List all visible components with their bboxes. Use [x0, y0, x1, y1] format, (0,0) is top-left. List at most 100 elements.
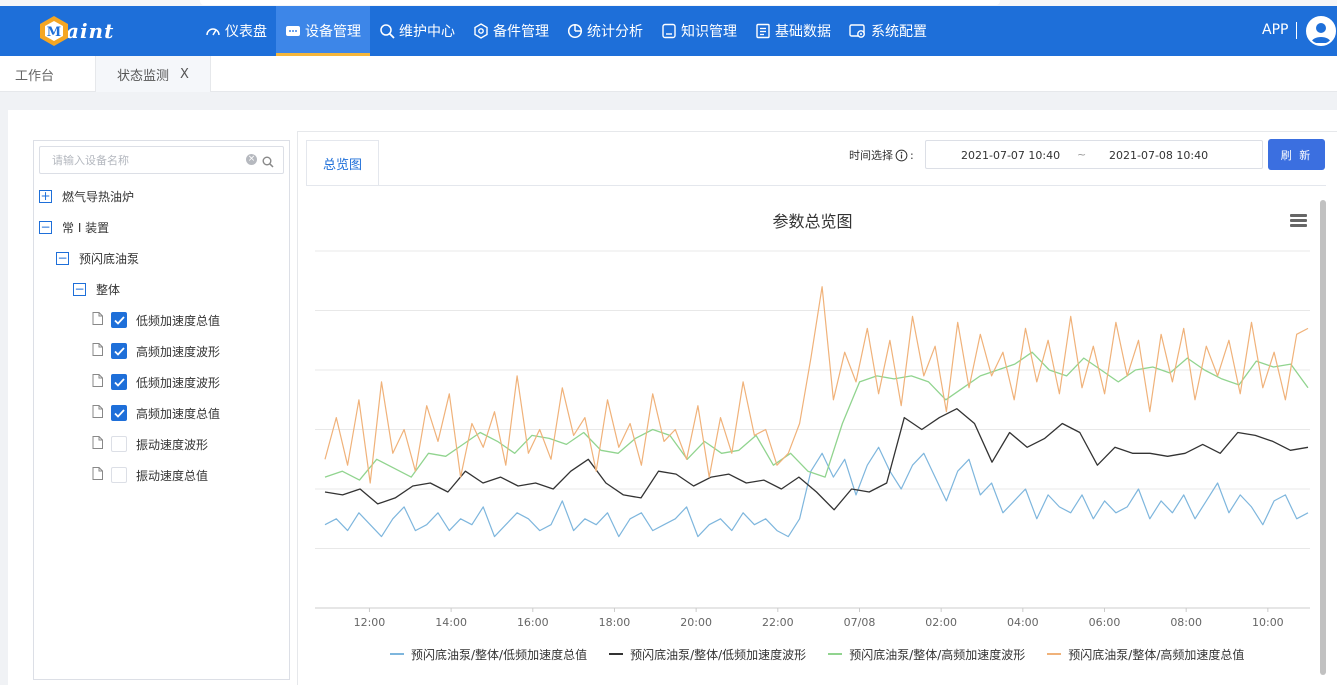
nav-item-label: 仪表盘 — [225, 24, 267, 40]
file-icon — [92, 405, 103, 421]
x-tick-label: 02:00 — [925, 616, 957, 629]
tree-leaf[interactable]: 振动速度总值 — [92, 465, 208, 485]
clear-icon[interactable]: × — [246, 154, 257, 165]
tree-node[interactable]: − 预闪底油泵 — [56, 248, 139, 268]
legend-label: 预闪底油泵/整体/低频加速度波形 — [630, 647, 807, 662]
legend-label: 预闪底油泵/整体/高频加速度总值 — [1068, 647, 1245, 662]
check-icon — [113, 408, 125, 418]
checkbox-checked[interactable] — [111, 312, 127, 328]
tab-label: 总览图 — [322, 157, 362, 173]
tree-node[interactable]: − 整体 — [73, 279, 120, 299]
tree-leaf[interactable]: 高频加速度总值 — [92, 403, 220, 423]
collapse-icon[interactable]: − — [56, 251, 69, 265]
settings-icon — [849, 23, 871, 39]
tree-node[interactable]: − 常 I 装置 — [39, 217, 109, 237]
tab-label: 工作台 — [15, 68, 55, 84]
check-icon — [113, 315, 125, 325]
expand-icon[interactable]: + — [39, 189, 52, 203]
chart-title: 参数总览图 — [772, 212, 853, 231]
end-date[interactable]: 2021-07-08 10:40 — [1109, 149, 1208, 162]
line-chart: 12:00 14:00 16:00 18:00 20:00 22:00 07/08 02:00… — [315, 250, 1310, 629]
nav-item-label: 基础数据 — [775, 24, 831, 40]
search-icon[interactable] — [262, 153, 274, 172]
top-nav-bar: M aint 仪表盘 设备管理 维护中心 备件管理 统计分析 知识管理 基础数据 系统配置 A… — [0, 0, 1337, 56]
legend-label: 预闪底油泵/整体/低频加速度总值 — [411, 647, 588, 662]
svg-text:M: M — [47, 25, 61, 40]
nav-item-label: 维护中心 — [399, 24, 455, 40]
pie-chart-icon — [567, 23, 587, 39]
tab-overview[interactable]: 总览图 — [306, 140, 379, 186]
knowledge-icon — [661, 23, 681, 39]
series-line-3[interactable] — [324, 351, 1309, 481]
nav-item-device[interactable]: 设备管理 — [276, 6, 370, 56]
device-icon — [285, 23, 305, 39]
device-search-input[interactable] — [40, 147, 230, 173]
dashboard-icon — [205, 23, 225, 39]
x-tick-label: 04:00 — [1007, 616, 1039, 629]
avatar[interactable] — [1306, 16, 1336, 46]
tree-leaf-label: 振动速度总值 — [136, 468, 209, 483]
divider — [306, 185, 1326, 186]
tab-workbench[interactable]: 工作台 — [15, 56, 54, 92]
nav-item-maintenance[interactable]: 维护中心 — [370, 6, 464, 56]
tree-leaf[interactable]: 振动速度波形 — [92, 434, 208, 454]
tree-leaf[interactable]: 高频加速度波形 — [92, 341, 220, 361]
tree-node-label: 预闪底油泵 — [79, 251, 140, 266]
hamburger-menu-icon[interactable] — [1290, 214, 1307, 229]
checkbox-checked[interactable] — [111, 343, 127, 359]
legend-item[interactable]: 预闪底油泵/整体/高频加速度总值 — [1047, 646, 1244, 662]
app-link[interactable]: APP — [1262, 22, 1288, 38]
check-icon — [113, 377, 125, 387]
x-tick-label: 07/08 — [844, 616, 876, 629]
tree-leaf[interactable]: 低频加速度总值 — [92, 310, 220, 330]
date-range-picker[interactable]: 2021-07-07 10:40 ~ 2021-07-08 10:40 — [925, 140, 1263, 169]
nav-item-knowledge[interactable]: 知识管理 — [652, 6, 746, 56]
checkbox-checked[interactable] — [111, 405, 127, 421]
legend-label: 预闪底油泵/整体/高频加速度波形 — [849, 647, 1026, 662]
nav-item-dashboard[interactable]: 仪表盘 — [196, 6, 276, 56]
file-icon — [92, 312, 103, 328]
tree-node-label: 整体 — [96, 282, 121, 297]
checkbox-checked[interactable] — [111, 374, 127, 390]
time-select-label: 时间选择 : — [849, 148, 914, 163]
logo[interactable]: M aint — [38, 13, 114, 49]
nav-item-base-data[interactable]: 基础数据 — [746, 6, 840, 56]
file-icon — [92, 343, 103, 359]
nav-item-spare-parts[interactable]: 备件管理 — [464, 6, 558, 56]
time-label-text: 时间选择 — [849, 149, 893, 162]
collapse-icon[interactable]: − — [39, 220, 52, 234]
x-tick-label: 10:00 — [1252, 616, 1284, 629]
nav-item-label: 备件管理 — [493, 24, 549, 40]
nav-item-pie-chart[interactable]: 统计分析 — [558, 6, 652, 56]
legend-swatch — [828, 653, 843, 655]
base-data-icon — [755, 23, 775, 39]
tree-leaf[interactable]: 低频加速度波形 — [92, 372, 220, 392]
series-line-4[interactable] — [324, 286, 1309, 484]
tree-leaf-label: 低频加速度总值 — [136, 313, 221, 328]
tree-leaf-label: 振动速度波形 — [136, 437, 209, 452]
close-icon[interactable]: X — [180, 67, 189, 82]
file-icon — [92, 374, 103, 390]
divider — [1296, 22, 1297, 39]
nav-item-settings[interactable]: 系统配置 — [840, 6, 936, 56]
legend-item[interactable]: 预闪底油泵/整体/低频加速度总值 — [390, 646, 587, 662]
legend-swatch — [609, 653, 624, 655]
tab-status-monitoring[interactable]: 状态监测 X — [95, 56, 211, 92]
checkbox[interactable] — [111, 436, 127, 452]
legend-item[interactable]: 预闪底油泵/整体/高频加速度波形 — [828, 646, 1025, 662]
file-icon — [92, 436, 103, 452]
info-icon — [895, 149, 908, 161]
start-date[interactable]: 2021-07-07 10:40 — [961, 149, 1060, 162]
tree-node[interactable]: + 燃气导热油炉 — [39, 186, 134, 206]
maintenance-icon — [379, 23, 399, 39]
check-icon — [113, 346, 125, 356]
x-tick-label: 16:00 — [517, 616, 549, 629]
legend-item[interactable]: 预闪底油泵/整体/低频加速度波形 — [609, 646, 806, 662]
tree-node-label: 燃气导热油炉 — [62, 189, 135, 204]
refresh-button[interactable]: 刷 新 — [1268, 139, 1325, 170]
checkbox[interactable] — [111, 467, 127, 483]
collapse-icon[interactable]: − — [73, 282, 86, 296]
x-tick-label: 12:00 — [354, 616, 386, 629]
scrollbar[interactable] — [1320, 200, 1326, 675]
tree-leaf-label: 低频加速度波形 — [136, 375, 221, 390]
